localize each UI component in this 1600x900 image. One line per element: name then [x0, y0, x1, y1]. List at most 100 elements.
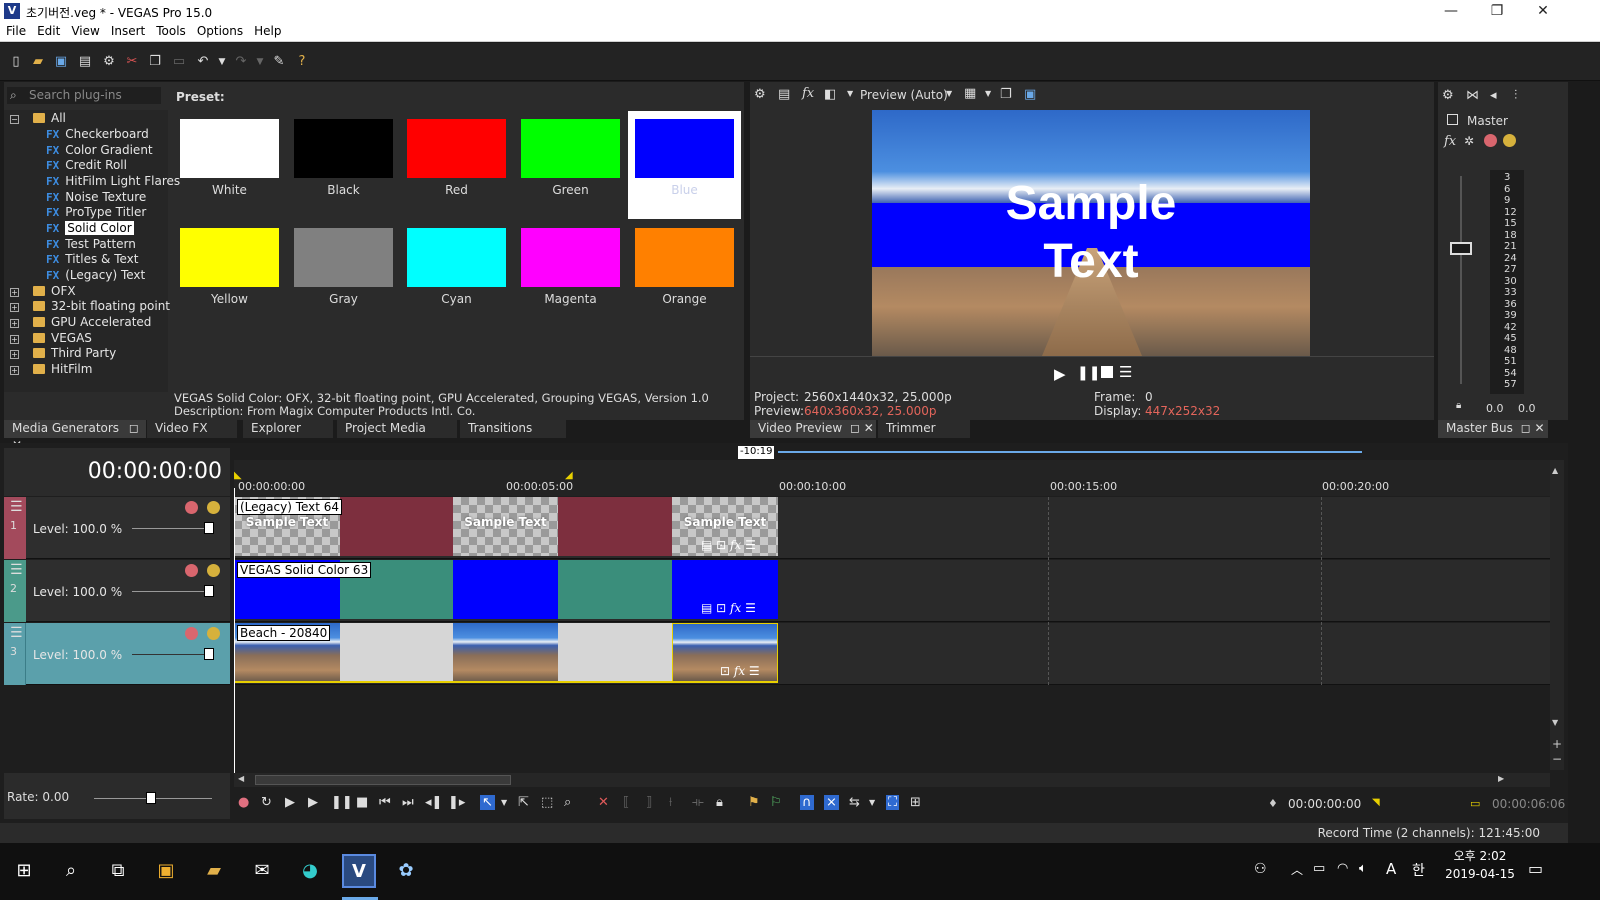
level-slider-knob[interactable] [204, 648, 214, 660]
gear-icon[interactable]: ⚙ [754, 87, 766, 102]
preset-blue[interactable]: Blue [628, 111, 741, 219]
clip-icons[interactable]: ⊡ fx ☰ [720, 664, 760, 678]
clock-date[interactable]: 2019-04-15 [1440, 867, 1520, 881]
delete-icon[interactable]: ✕ [598, 795, 609, 810]
chevron-down-icon[interactable]: ▼ [847, 89, 853, 98]
crossfade-region[interactable] [558, 623, 672, 682]
stop-icon[interactable]: ■ [356, 795, 368, 810]
menu-edit[interactable]: Edit [31, 22, 65, 38]
windows-start-icon[interactable]: ⊞ [8, 855, 40, 887]
gear-icon[interactable]: ⚙ [101, 54, 117, 70]
play-icon[interactable]: ▶ [1054, 365, 1066, 383]
close-tab-icon[interactable]: ✕ [1535, 421, 1545, 435]
master-checkbox[interactable] [1447, 114, 1458, 125]
level-slider[interactable] [132, 528, 210, 529]
play-icon[interactable]: ▶ [308, 795, 318, 810]
tab-video-fx[interactable]: Video FX [147, 420, 237, 438]
wifi-icon[interactable]: ◠ [1337, 861, 1348, 876]
tree-item-credit-roll[interactable]: FX Credit Roll [46, 158, 127, 174]
go-to-start-icon[interactable]: ⏮ [379, 795, 391, 810]
selection-tool-icon[interactable]: ⬚ [541, 795, 553, 810]
video-clip[interactable] [453, 623, 558, 682]
tree-item-test-pattern[interactable]: FX Test Pattern [46, 237, 136, 253]
lock-icon[interactable]: 🔒︎ [716, 795, 723, 810]
pause-icon[interactable]: ❚❚ [1077, 365, 1100, 381]
save-as-icon[interactable]: ▤ [77, 54, 93, 70]
redo-dropdown-icon[interactable]: ▼ [252, 54, 268, 70]
tree-item-noise-texture[interactable]: FX Noise Texture [46, 190, 146, 206]
ime-mode[interactable]: A [1386, 860, 1396, 878]
external-monitor-icon[interactable]: ▤ [778, 87, 790, 102]
open-folder-icon[interactable]: ▰ [30, 54, 46, 70]
scroll-up-icon[interactable]: ▲ [1552, 466, 1558, 475]
battery-icon[interactable]: ▭ [1313, 861, 1325, 876]
tree-item-hitfilm[interactable]: + HitFilm [10, 362, 92, 378]
file-explorer-icon[interactable]: ▰ [198, 855, 230, 887]
undo-dropdown-icon[interactable]: ▼ [214, 54, 230, 70]
close-tab-icon[interactable]: ✕ [864, 421, 874, 435]
master-fader-knob[interactable] [1450, 242, 1472, 255]
menu-insert[interactable]: Insert [105, 22, 150, 38]
mute-icon[interactable] [185, 501, 198, 514]
tree-item-solid-color[interactable]: FX Solid Color [46, 221, 134, 237]
menu-file[interactable]: File [0, 22, 31, 38]
menu-icon[interactable]: ☰ [1119, 363, 1132, 381]
loop-region-bar[interactable] [778, 451, 1362, 453]
level-slider[interactable] [132, 591, 210, 592]
level-slider[interactable] [132, 654, 210, 655]
track-header-2[interactable]: ☰ 2 Level: 100.0 % [4, 560, 230, 622]
tab-trimmer[interactable]: Trimmer [878, 420, 970, 438]
preset-magenta[interactable]: Magenta [514, 220, 627, 328]
rate-slider-knob[interactable] [146, 792, 156, 804]
preset-green[interactable]: Green [514, 111, 627, 219]
tree-item-32bit[interactable]: +32-bit floating point [10, 299, 170, 315]
chevron-down-icon[interactable]: ▼ [501, 798, 507, 807]
mute-icon[interactable] [185, 627, 198, 640]
menu-options[interactable]: Options [191, 22, 248, 38]
marker-icon[interactable]: ⚑ [748, 795, 760, 810]
maximize-button[interactable]: ❐ [1474, 2, 1520, 20]
master-fx-icon[interactable]: fx [1444, 134, 1456, 149]
clip-icons[interactable]: ▤ ⊡ fx ☰ [701, 538, 756, 552]
volume-icon[interactable]: 🔈︎ [1359, 861, 1367, 876]
scroll-down-icon[interactable]: ▼ [1552, 718, 1558, 727]
properties-icon[interactable]: ✎ [271, 54, 287, 70]
split-icon[interactable]: ⟊ [669, 795, 672, 810]
solid-color-clip[interactable] [453, 560, 558, 619]
clock-time[interactable]: 오후 2:02 [1450, 847, 1510, 864]
tab-project-media[interactable]: Project Media [337, 420, 457, 438]
people-icon[interactable]: ⚇ [1254, 861, 1267, 877]
preset-yellow[interactable]: Yellow [173, 220, 286, 328]
vegas-app-icon[interactable]: V [342, 854, 376, 888]
tree-item-vegas[interactable]: + VEGAS [10, 331, 92, 347]
lock-envelopes-icon[interactable]: ⛶ [886, 795, 900, 810]
mail-icon[interactable]: ✉ [246, 855, 278, 887]
paint-app-icon[interactable]: ✿ [390, 855, 422, 887]
copy-snapshot-icon[interactable]: ❐ [1000, 87, 1012, 102]
tree-item-legacy-text[interactable]: FX (Legacy) Text [46, 268, 145, 284]
go-to-end-icon[interactable]: ⏭ [402, 795, 414, 810]
text-clip[interactable]: Sample Text [453, 497, 558, 556]
prev-frame-icon[interactable]: ◂❚ [425, 795, 442, 810]
scrollbar-thumb[interactable] [255, 775, 511, 785]
loop-icon[interactable]: ↻ [261, 795, 272, 810]
video-fx-icon[interactable]: fx [802, 86, 814, 101]
pause-icon[interactable]: ❚❚ [331, 795, 353, 810]
scroll-left-icon[interactable]: ◀ [238, 774, 244, 783]
tree-item-titles-text[interactable]: FX Titles & Text [46, 252, 138, 268]
normal-edit-tool-icon[interactable]: ↖ [480, 795, 495, 810]
snapping-icon[interactable]: ∩ [800, 795, 814, 810]
edge-browser-icon[interactable]: ◕ [294, 855, 326, 887]
selection-end-time[interactable]: 00:00:06:06 [1492, 797, 1565, 811]
tree-item-checkerboard[interactable]: FX Checkerboard [46, 127, 149, 143]
undock-icon[interactable]: ◻ [129, 421, 139, 435]
tree-item-color-gradient[interactable]: FX Color Gradient [46, 143, 153, 159]
solo-icon[interactable] [207, 501, 220, 514]
clip-icons[interactable]: ▤ ⊡ fx ☰ [701, 601, 756, 615]
preset-orange[interactable]: Orange [628, 220, 741, 328]
overlays-grid-icon[interactable]: ▦ [964, 86, 976, 101]
envelope-tool-icon[interactable]: ⇱ [518, 795, 529, 810]
menu-help[interactable]: Help [248, 22, 286, 38]
trim-icon[interactable]: ⟛ [692, 795, 704, 810]
crossfade-region[interactable] [558, 497, 672, 556]
